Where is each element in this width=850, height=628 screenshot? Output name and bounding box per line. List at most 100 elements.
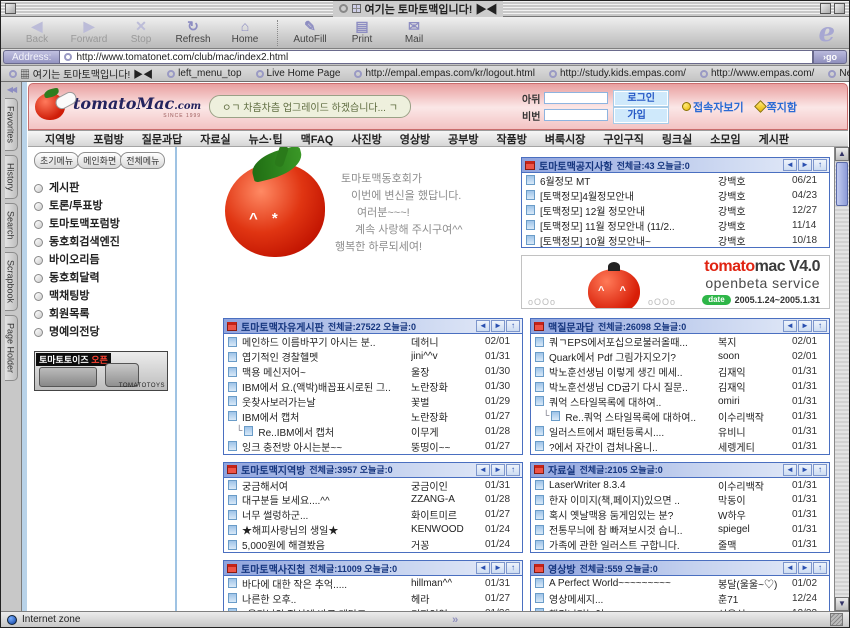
board-row[interactable]: 박노훈선생님 이렇게 생긴 메세.. 김재익 01/31	[531, 364, 829, 379]
nav-item[interactable]: 작품방	[488, 131, 536, 147]
favorites-more-chevron[interactable]: »	[452, 614, 458, 626]
tomatotoys-banner[interactable]: 토마토토이즈 오픈 TOMATOTOYS	[34, 351, 168, 391]
board-top-button[interactable]: ↑	[506, 464, 520, 476]
favorites-bar-item[interactable]: http://www.empas.com/	[700, 68, 814, 79]
board-prev-button[interactable]: ◄	[476, 464, 490, 476]
mailbox-link[interactable]: 쪽지함	[756, 99, 797, 115]
board-row[interactable]: IBM에서 요.(액박)배꼽표시로된 그.. 노란장화 01/30	[224, 379, 522, 394]
board-row[interactable]: 쿼억 스타일목록에 대하여.. omiri 01/31	[531, 394, 829, 409]
site-logo[interactable]: tomatoMac.com SINCE 1999	[35, 93, 201, 120]
nav-item[interactable]: 공부방	[439, 131, 487, 147]
board-prev-button[interactable]: ◄	[783, 159, 797, 171]
refresh-button[interactable]: ↻ Refresh	[167, 19, 219, 45]
board-next-button[interactable]: ►	[798, 159, 812, 171]
board-row[interactable]: IBM에서 캡처 노란장화 01/27	[224, 409, 522, 424]
favorites-bar-item[interactable]: left_menu_top	[167, 68, 241, 79]
sidebar-menu-item[interactable]: 토마토맥포럼방	[34, 215, 173, 233]
collapse-explorer-icon[interactable]: ◀◀	[7, 85, 15, 94]
nav-item[interactable]: 질문과답	[133, 131, 191, 147]
board-row[interactable]: 영상메세지... 훈71 12/24	[531, 591, 829, 606]
favorites-bar-item[interactable]: Net Search	[828, 68, 849, 79]
board-row[interactable]: 쿼ㄱEPS에서포십으로불러올때... 복지 02/01	[531, 334, 829, 349]
sidebar-menu-item[interactable]: 동호회달력	[34, 269, 173, 287]
board-row[interactable]: 5,000원에 해결봤음 거꽁 01/24	[224, 537, 522, 552]
mail-button[interactable]: ✉ Mail	[388, 19, 440, 45]
explorer-tab[interactable]: Page Holder	[5, 315, 18, 381]
nav-item[interactable]: 게시판	[750, 131, 798, 147]
board-top-button[interactable]: ↑	[813, 320, 827, 332]
favorites-bar-item[interactable]: Live Home Page	[256, 68, 341, 79]
nav-item[interactable]: 자료실	[191, 131, 239, 147]
board-top-button[interactable]: ↑	[506, 320, 520, 332]
v4-openbeta-banner[interactable]: oOOo oOOo ^ ^ tomatomac V4.0 openbeta se…	[521, 255, 830, 309]
board-top-button[interactable]: ↑	[813, 159, 827, 171]
board-row[interactable]: 메인하드 이름바꾸기 아시는 분.. 데허니 02/01	[224, 334, 522, 349]
nav-item[interactable]: 벼룩시장	[536, 131, 594, 147]
board-prev-button[interactable]: ◄	[783, 320, 797, 332]
board-row[interactable]: [토맥정모] 10월 정모안내~ 강백호 10/18	[522, 233, 829, 248]
board-row[interactable]: [토맥정모]4월정모안내 강백호 04/23	[522, 188, 829, 203]
print-button[interactable]: ▤ Print	[336, 19, 388, 45]
board-top-button[interactable]: ↑	[813, 562, 827, 574]
board-row[interactable]: 6월정모 MT 강백호 06/21	[522, 173, 829, 188]
board-row[interactable]: 박노훈선생님 CD굽기 다시 질문.. 김재익 01/31	[531, 379, 829, 394]
board-row[interactable]: 대구분들 보세요....^^ ZZANG-A 01/28	[224, 492, 522, 507]
board-next-button[interactable]: ►	[798, 562, 812, 574]
forward-button[interactable]: ▶ Forward	[63, 19, 115, 45]
scroll-up-button[interactable]: ▲	[835, 147, 849, 161]
collapse-window-button[interactable]	[834, 3, 845, 14]
board-row[interactable]: 일러스트에서 패턴등록시.... 유비니 01/31	[531, 424, 829, 439]
board-row[interactable]: A Perfect World~~~~~~~~~ 봉달(울울~♡) 01/02	[531, 576, 829, 591]
favorites-bar-item[interactable]: http://study.kids.empas.com/	[549, 68, 686, 79]
sidebar-tab-initial-menu[interactable]: 초기메뉴	[34, 152, 79, 169]
sidebar-menu-item[interactable]: 회원목록	[34, 305, 173, 323]
favorites-bar-item[interactable]: ▦ 여기는 토마토맥입니다! ▶◀	[9, 66, 153, 81]
board-row[interactable]: Re..쿼억 스타일목록에 대하여.. 이수리백작 01/31	[531, 409, 829, 424]
board-row[interactable]: 한자 이미지(책,페이지)있으면 .. 막동이 01/31	[531, 492, 829, 507]
sidebar-menu-item[interactable]: 명예의전당	[34, 323, 173, 341]
nav-item[interactable]: 사진방	[342, 131, 390, 147]
id-input[interactable]	[544, 92, 608, 104]
board-row[interactable]: 엽기적인 경찰헬멧 jini^^v 01/31	[224, 349, 522, 364]
board-prev-button[interactable]: ◄	[783, 464, 797, 476]
board-row[interactable]: [토맥정모] 11월 정모안내 (11/2.. 강백호 11/14	[522, 218, 829, 233]
board-row[interactable]: 바다에 대한 작은 추억..... hillman^^ 01/31	[224, 576, 522, 591]
board-row[interactable]: ★해피사랑님의 생일★ KENWOOD 01/24	[224, 522, 522, 537]
scrollbar-track[interactable]	[835, 207, 849, 597]
board-row[interactable]: Re..IBM에서 캡처 이무게 01/28	[224, 424, 522, 439]
board-prev-button[interactable]: ◄	[476, 320, 490, 332]
board-next-button[interactable]: ►	[491, 464, 505, 476]
nav-item[interactable]: 맥FAQ	[292, 131, 343, 147]
board-row[interactable]: ?에서 자간이 겹쳐나옴니.. 세렝게티 01/31	[531, 439, 829, 454]
board-top-button[interactable]: ↑	[506, 562, 520, 574]
board-row[interactable]: [토맥정모] 12월 정모안내 강백호 12/27	[522, 203, 829, 218]
board-row[interactable]: Quark에서 Pdf 그림가지오기? soon 02/01	[531, 349, 829, 364]
board-row[interactable]: ?율마님의 정성에 바로 데답고.. 디자인영~ 01/26	[224, 606, 522, 611]
go-button[interactable]: ›go	[813, 50, 847, 64]
board-row[interactable]: 나른한 오후.. 헤라 01/27	[224, 591, 522, 606]
sidebar-tab-main-screen[interactable]: 메인화면	[77, 152, 122, 169]
nav-item[interactable]: 뉴스·팁	[240, 131, 292, 147]
resize-grip[interactable]	[830, 613, 843, 626]
autofill-button[interactable]: ✎ AutoFill	[284, 19, 336, 45]
nav-item[interactable]: 영상방	[391, 131, 439, 147]
board-next-button[interactable]: ►	[798, 464, 812, 476]
sidebar-menu-item[interactable]: 동호회검색엔진	[34, 233, 173, 251]
zoom-window-button[interactable]	[820, 3, 831, 14]
board-prev-button[interactable]: ◄	[476, 562, 490, 574]
favorites-bar-item[interactable]: http://empal.empas.com/kr/logout.html	[354, 68, 535, 79]
join-button[interactable]: 가입	[614, 108, 668, 123]
board-row[interactable]: 웃찾사보러가는날 꽃벌 01/29	[224, 394, 522, 409]
scroll-down-button[interactable]: ▼	[835, 597, 849, 611]
board-row[interactable]: 맥용 메신저어~ 울장 01/30	[224, 364, 522, 379]
sidebar-menu-item[interactable]: 바이오리듬	[34, 251, 173, 269]
home-button[interactable]: ⌂ Home	[219, 19, 271, 45]
back-button[interactable]: ◀ Back	[11, 19, 63, 45]
board-row[interactable]: LaserWriter 8.3.4 이수리백작 01/31	[531, 478, 829, 493]
board-row[interactable]: 궁금해서여 궁금이인 01/31	[224, 478, 522, 493]
sidebar-menu-item[interactable]: 맥채팅방	[34, 287, 173, 305]
board-next-button[interactable]: ►	[491, 320, 505, 332]
password-input[interactable]	[544, 109, 608, 121]
sidebar-menu-item[interactable]: 게시판	[34, 179, 173, 197]
board-top-button[interactable]: ↑	[813, 464, 827, 476]
